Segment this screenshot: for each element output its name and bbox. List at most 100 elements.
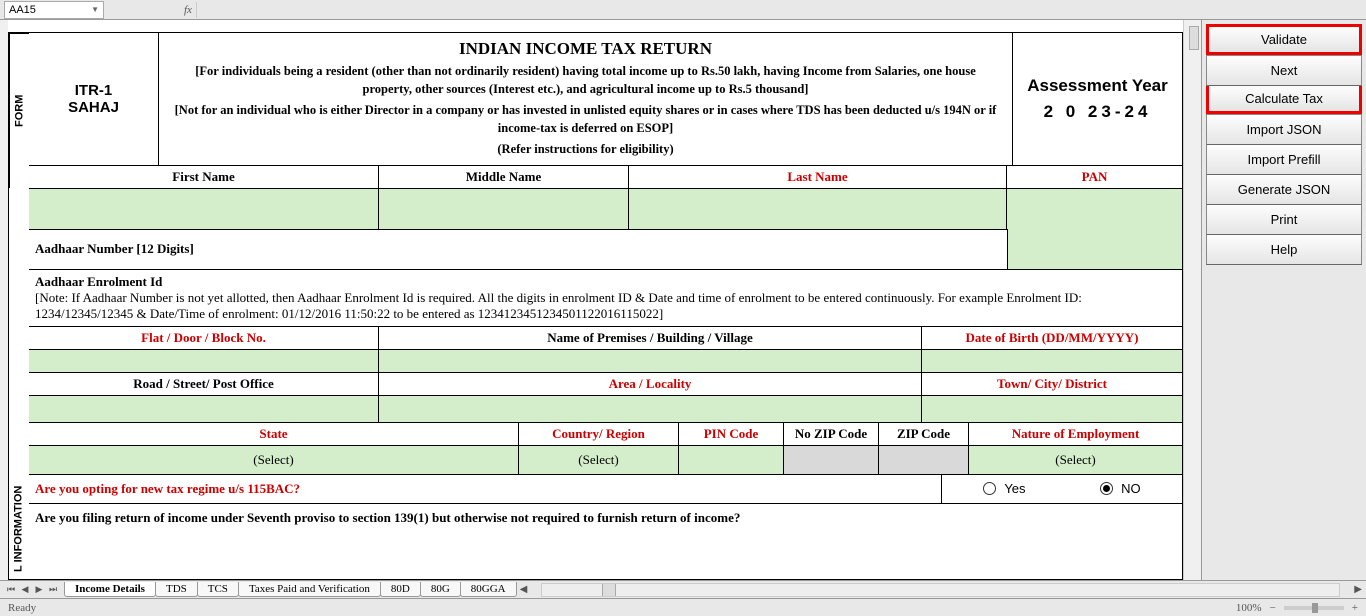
enrolment-row: Aadhaar Enrolment Id [Note: If Aadhaar N… [29,270,1182,327]
tab-nav: ⏮ ◀ ▶ ⏭ [0,584,64,595]
road-label: Road / Street/ Post Office [29,373,379,395]
q1-options: Yes NO [941,475,1182,503]
hscroll-left-icon[interactable]: ◀ [520,584,528,595]
nozip-input[interactable] [784,446,879,474]
aadhaar-input[interactable] [1007,229,1182,269]
hscroll-track[interactable] [541,583,1340,597]
last-name-input[interactable] [629,189,1007,229]
tab-next-icon[interactable]: ▶ [32,584,46,595]
first-name-input[interactable] [29,189,379,229]
form-title: INDIAN INCOME TAX RETURN [169,39,1002,59]
hscroll-right-icon[interactable]: ▶ [1354,584,1362,595]
addr1-inputs [29,350,1182,373]
status-bar: Ready 100% − + [0,598,1366,616]
middle-name-input[interactable] [379,189,629,229]
tab-last-icon[interactable]: ⏭ [46,584,60,595]
info-side-label: L INFORMATION [8,479,28,579]
tab-tcs[interactable]: TCS [197,582,239,597]
formula-bar[interactable] [196,2,197,18]
radio-icon [983,482,996,495]
flat-label: Flat / Door / Block No. [29,327,379,349]
dob-label: Date of Birth (DD/MM/YYYY) [922,327,1182,349]
status-text: Ready [8,602,36,614]
dob-input[interactable] [922,350,1182,372]
itr-line2: SAHAJ [68,99,119,116]
aadhaar-row: Aadhaar Number [12 Digits] [29,230,1182,270]
hscroll-thumb[interactable] [602,584,616,596]
tab-80g[interactable]: 80G [420,582,461,597]
zoom-value: 100% [1236,602,1262,614]
q1-text: Are you opting for new tax regime u/s 11… [29,475,941,503]
first-name-label: First Name [29,166,379,188]
name-box-value: AA15 [9,4,36,16]
form-container: FORM ITR-1 SAHAJ INDIAN INCOME TAX RETUR… [8,32,1183,580]
scroll-thumb[interactable] [1189,26,1199,50]
premises-input[interactable] [379,350,922,372]
pin-input[interactable] [679,446,784,474]
import-prefill-button[interactable]: Import Prefill [1206,145,1362,175]
name-box-dropdown-icon[interactable]: ▼ [91,5,99,14]
workspace: FORM ITR-1 SAHAJ INDIAN INCOME TAX RETUR… [0,20,1366,580]
middle-name-label: Middle Name [379,166,629,188]
pan-label: PAN [1007,166,1182,188]
calculate-tax-button[interactable]: Calculate Tax [1206,86,1362,114]
next-button[interactable]: Next [1206,55,1362,86]
town-label: Town/ City/ District [922,373,1182,395]
horizontal-scrollbar[interactable]: ◀ ▶ [516,583,1366,597]
tab-first-icon[interactable]: ⏮ [4,584,18,595]
form-body: ITR-1 SAHAJ INDIAN INCOME TAX RETURN [Fo… [29,33,1182,579]
town-input[interactable] [922,396,1182,422]
state-label: State [29,423,519,445]
tab-prev-icon[interactable]: ◀ [18,584,32,595]
name-headers: First Name Middle Name Last Name PAN [29,166,1182,189]
pin-label: PIN Code [679,423,784,445]
q1-no[interactable]: NO [1100,481,1141,496]
zoom-out-icon[interactable]: − [1270,602,1276,614]
flat-input[interactable] [29,350,379,372]
print-button[interactable]: Print [1206,205,1362,235]
q1-yes[interactable]: Yes [983,481,1025,496]
premises-label: Name of Premises / Building / Village [379,327,922,349]
tab-income-details[interactable]: Income Details [64,582,156,597]
sel-labels: State Country/ Region PIN Code No ZIP Co… [29,423,1182,446]
nature-select[interactable]: (Select) [969,446,1182,474]
sel-inputs: (Select) (Select) (Select) [29,446,1182,475]
zoom-slider[interactable] [1284,606,1344,610]
form-header: ITR-1 SAHAJ INDIAN INCOME TAX RETURN [Fo… [29,33,1182,166]
last-name-label: Last Name [629,166,1007,188]
tab-tds[interactable]: TDS [155,582,198,597]
q2-text: Are you filing return of income under Se… [29,504,1182,532]
area-input[interactable] [379,396,922,422]
sheet-tabs-bar: ⏮ ◀ ▶ ⏭ Income Details TDS TCS Taxes Pai… [0,580,1366,598]
action-panel: Validate Next Calculate Tax Import JSON … [1201,20,1366,580]
road-input[interactable] [29,396,379,422]
vertical-scrollbar[interactable] [1183,20,1201,580]
help-button[interactable]: Help [1206,235,1362,265]
name-box[interactable]: AA15 ▼ [4,1,104,19]
formula-bar-row: AA15 ▼ fx [0,0,1366,20]
fx-label: fx [184,4,192,16]
addr1-labels: Flat / Door / Block No. Name of Premises… [29,327,1182,350]
ay-year: 2 0 23-24 [1044,102,1152,122]
country-label: Country/ Region [519,423,679,445]
q2-row: Are you filing return of income under Se… [29,504,1182,532]
zoom-in-icon[interactable]: + [1352,602,1358,614]
ay-label: Assessment Year [1027,76,1168,96]
zip-input[interactable] [879,446,969,474]
import-json-button[interactable]: Import JSON [1206,114,1362,145]
validate-button[interactable]: Validate [1206,24,1362,55]
state-select[interactable]: (Select) [29,446,519,474]
pan-input[interactable] [1007,189,1182,229]
form-side-label: FORM [9,33,29,188]
zip-label: ZIP Code [879,423,969,445]
tab-80d[interactable]: 80D [380,582,421,597]
radio-selected-icon [1100,482,1113,495]
tab-80gga[interactable]: 80GGA [460,582,517,597]
tab-taxes-paid[interactable]: Taxes Paid and Verification [238,582,381,597]
generate-json-button[interactable]: Generate JSON [1206,175,1362,205]
country-select[interactable]: (Select) [519,446,679,474]
form-subtitle2: [Not for an individual who is either Dir… [169,102,1002,137]
area-label: Area / Locality [379,373,922,395]
left-margin [0,20,8,580]
name-inputs [29,189,1182,230]
